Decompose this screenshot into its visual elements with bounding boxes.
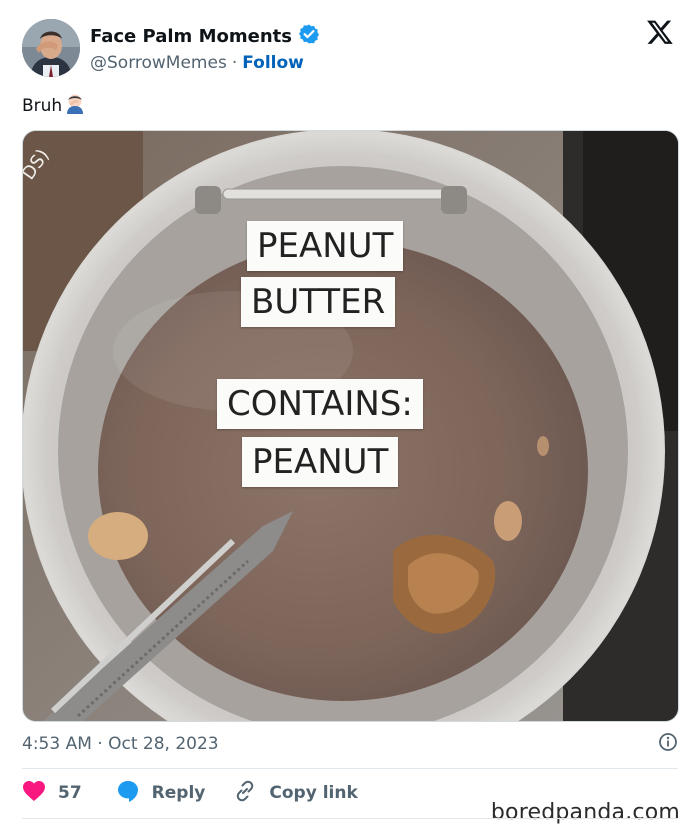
sign-contains: CONTAINS:: [217, 379, 423, 429]
sign-butter: BUTTER: [241, 277, 396, 327]
tweet-body: Bruh: [22, 95, 63, 116]
person-facepalm-avatar-icon: [22, 19, 80, 77]
handle[interactable]: @SorrowMemes: [90, 53, 227, 73]
heart-icon: [22, 780, 46, 807]
reply-button[interactable]: Reply: [116, 779, 206, 808]
follow-button[interactable]: Follow: [242, 53, 304, 73]
sign-peanut-1: PEANUT: [247, 221, 404, 271]
reply-label: Reply: [151, 783, 206, 803]
x-logo-icon[interactable]: [646, 18, 674, 46]
tweet-photo[interactable]: DS) PEANUT BUTTER CONTAINS: PEANUT: [22, 130, 679, 722]
divider: [22, 768, 678, 769]
boredpanda-watermark: boredpanda.com: [486, 800, 684, 825]
like-count: 57: [58, 783, 82, 803]
copy-link-label: Copy link: [269, 783, 358, 803]
name-row: Face Palm Moments: [90, 23, 320, 49]
info-icon[interactable]: [658, 732, 678, 757]
timestamp[interactable]: 4:53 AM · Oct 28, 2023: [22, 734, 219, 754]
display-name[interactable]: Face Palm Moments: [90, 26, 292, 47]
tweet-card: Face Palm Moments @SorrowMemes · Follow: [0, 0, 700, 835]
bottom-divider: [22, 818, 678, 819]
tweet-header: Face Palm Moments @SorrowMemes · Follow: [22, 18, 678, 78]
copy-link-button[interactable]: Copy link: [233, 779, 358, 808]
like-button[interactable]: 57: [22, 780, 82, 807]
handle-row: @SorrowMemes · Follow: [90, 53, 320, 73]
reply-bubble-icon: [116, 779, 140, 808]
verified-badge-icon: [298, 23, 320, 49]
meta-row: 4:53 AM · Oct 28, 2023: [22, 730, 678, 758]
user-block: Face Palm Moments @SorrowMemes · Follow: [90, 23, 320, 73]
sign-peanut-2: PEANUT: [242, 437, 399, 487]
link-icon: [233, 779, 257, 808]
separator-dot: ·: [231, 53, 238, 73]
action-bar: 57 Reply Copy link: [22, 778, 358, 808]
facepalm-emoji-icon: [64, 92, 86, 119]
avatar[interactable]: [22, 19, 80, 77]
tweet-text: Bruh: [22, 92, 86, 119]
